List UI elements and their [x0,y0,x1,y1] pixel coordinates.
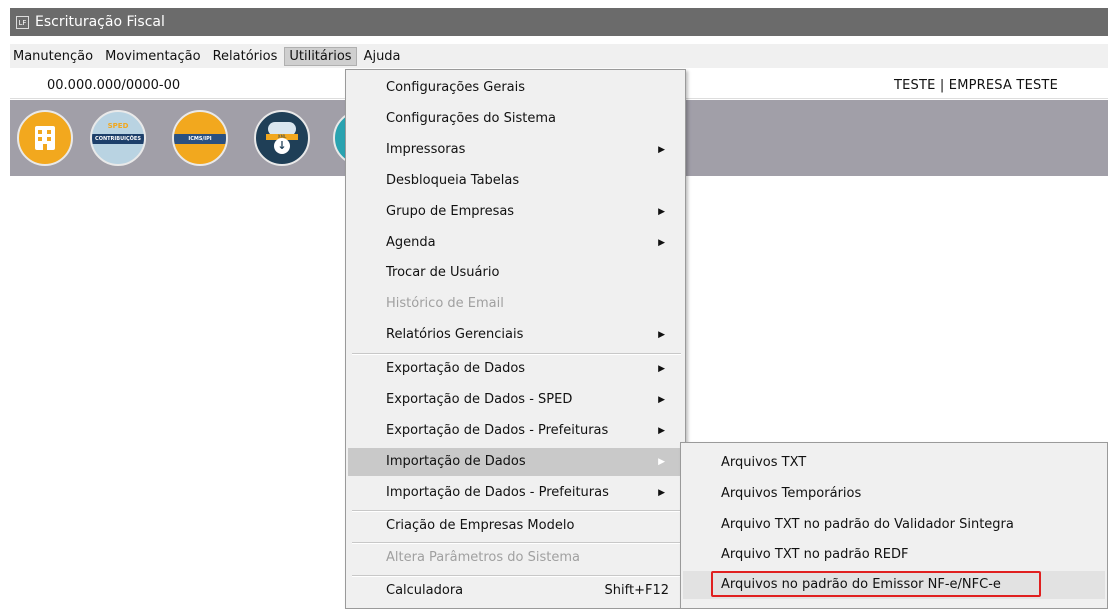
building-icon[interactable] [17,110,73,166]
submenu-item-redf[interactable]: Arquivo TXT no padrão REDF [683,541,1105,569]
contribuicoes-band: CONTRIBUIÇÕES [92,134,144,144]
menu-item-grupo-empresas[interactable]: Grupo de Empresas ▶ [348,198,683,226]
menu-manutencao[interactable]: Manutenção [10,47,98,66]
title-bar: LF Escrituração Fiscal [10,8,1108,36]
menu-item-label: Exportação de Dados - Prefeituras [386,423,609,438]
submenu-item-label: Arquivos Temporários [721,486,862,501]
menu-item-exportacao-dados[interactable]: Exportação de Dados ▶ [348,355,683,383]
menu-item-label: Importação de Dados - Prefeituras [386,485,609,500]
company-name-label: TESTE | EMPRESA TESTE [893,78,1058,93]
menu-item-label: Importação de Dados [386,454,526,469]
menu-item-label: Configurações do Sistema [386,111,556,126]
submenu-arrow-icon: ▶ [658,395,665,405]
menu-item-label: Agenda [386,235,436,250]
menu-item-label: Impressoras [386,142,466,157]
menu-item-agenda[interactable]: Agenda ▶ [348,229,683,257]
menu-item-label: Exportação de Dados [386,361,526,376]
submenu-arrow-icon: ▶ [658,488,665,498]
cnpj-label: 00.000.000/0000-00 [47,78,181,93]
app-icon: LF [16,15,29,29]
menu-item-label: Calculadora [386,583,464,598]
menu-item-label: Criação de Empresas Modelo [386,518,575,533]
menu-item-label: Trocar de Usuário [386,265,500,280]
utilitarios-dropdown: Configurações Gerais Configurações do Si… [345,69,686,609]
submenu-arrow-icon: ▶ [658,426,665,436]
menu-movimentacao[interactable]: Movimentação [100,47,206,66]
importacao-submenu: Arquivos TXT Arquivos Temporários Arquiv… [680,442,1108,609]
submenu-item-arquivos-txt[interactable]: Arquivos TXT [683,449,1105,477]
submenu-item-label: Arquivos TXT [721,455,807,470]
submenu-item-label: Arquivo TXT no padrão do Validador Sinte… [721,517,1014,532]
menu-item-relatorios-gerenciais[interactable]: Relatórios Gerenciais ▶ [348,321,683,349]
submenu-arrow-icon: ▶ [658,330,665,340]
submenu-item-sintegra[interactable]: Arquivo TXT no padrão do Validador Sinte… [683,511,1105,539]
menu-ajuda[interactable]: Ajuda [359,47,406,66]
menu-item-configuracoes-gerais[interactable]: Configurações Gerais [348,74,683,102]
menu-utilitarios[interactable]: Utilitários [284,46,357,66]
submenu-arrow-icon: ▶ [658,238,665,248]
shortcut-label: Shift+F12 [604,583,669,598]
menu-item-altera-parametros: Altera Parâmetros do Sistema [348,544,683,572]
menu-item-exportacao-prefeituras[interactable]: Exportação de Dados - Prefeituras ▶ [348,417,683,445]
sped-contribuicoes-icon[interactable]: SPED CONTRIBUIÇÕES [90,110,146,166]
menu-item-label: Exportação de Dados - SPED [386,392,573,407]
window-title: Escrituração Fiscal [35,14,165,30]
menu-item-historico-email: Histórico de Email [348,290,683,318]
submenu-item-label: Arquivos no padrão do Emissor NF-e/NFC-e [721,577,1001,592]
menu-item-label: Relatórios Gerenciais [386,327,524,342]
menu-item-label: Histórico de Email [386,296,504,311]
menu-item-label: Grupo de Empresas [386,204,515,219]
menu-item-exportacao-sped[interactable]: Exportação de Dados - SPED ▶ [348,386,683,414]
xml-cloud-download-icon[interactable]: XML ↓ [254,110,310,166]
menu-item-label: Configurações Gerais [386,80,526,95]
menu-relatorios[interactable]: Relatórios [208,47,283,66]
menu-item-label: Altera Parâmetros do Sistema [386,550,580,565]
submenu-arrow-icon: ▶ [658,364,665,374]
submenu-item-arquivos-temporarios[interactable]: Arquivos Temporários [683,480,1105,508]
menu-item-configuracoes-sistema[interactable]: Configurações do Sistema [348,105,683,133]
menu-item-importacao-prefeituras[interactable]: Importação de Dados - Prefeituras ▶ [348,479,683,507]
menu-bar: Manutenção Movimentação Relatórios Utili… [10,44,1108,68]
menu-item-desbloqueia-tabelas[interactable]: Desbloqueia Tabelas [348,167,683,195]
menu-item-calculadora[interactable]: Calculadora Shift+F12 [348,577,683,605]
menu-item-importacao-dados[interactable]: Importação de Dados ▶ [348,448,683,476]
submenu-arrow-icon: ▶ [658,457,665,467]
menu-item-criacao-empresas-modelo[interactable]: Criação de Empresas Modelo [348,512,683,540]
menu-item-impressoras[interactable]: Impressoras ▶ [348,136,683,164]
sped-label: SPED [107,122,129,130]
submenu-arrow-icon: ▶ [658,207,665,217]
submenu-arrow-icon: ▶ [658,145,665,155]
menu-item-label: Desbloqueia Tabelas [386,173,520,188]
submenu-item-label: Arquivo TXT no padrão REDF [721,547,909,562]
menu-item-trocar-usuario[interactable]: Trocar de Usuário [348,259,683,287]
icms-ipi-icon[interactable]: ICMS/IPI [172,110,228,166]
submenu-item-emissor-nfe[interactable]: Arquivos no padrão do Emissor NF-e/NFC-e [683,571,1105,599]
icms-ipi-band: ICMS/IPI [174,134,226,144]
